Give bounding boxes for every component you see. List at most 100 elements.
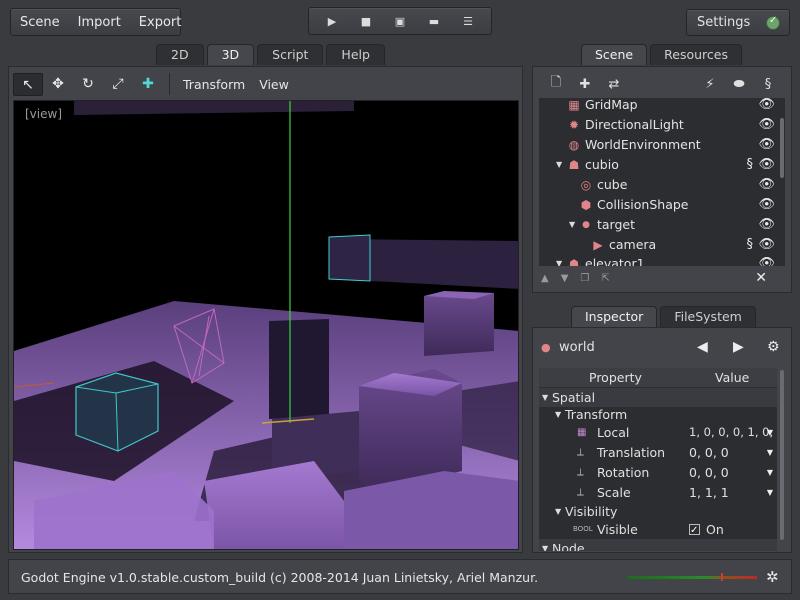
scene-dock-tabs: Scene Resources bbox=[581, 44, 745, 65]
inspector-header: ● world ◀ ▶ ⚙ bbox=[541, 336, 785, 358]
mesh-icon: ◎ bbox=[580, 178, 592, 192]
tree-node-collisionshape[interactable]: ⬢ CollisionShape 👁 bbox=[539, 195, 779, 215]
expand-arrow-icon[interactable]: ▼ bbox=[556, 155, 562, 175]
tree-node-gridmap[interactable]: ▦ GridMap 👁 bbox=[539, 98, 779, 115]
property-list-scrollbar[interactable] bbox=[779, 370, 785, 550]
inspected-object-name: world bbox=[559, 339, 595, 355]
visibility-eye-icon[interactable]: 👁 bbox=[758, 235, 775, 255]
expand-arrow-icon[interactable]: ▼ bbox=[569, 215, 575, 235]
scene-tree[interactable]: ▦ GridMap 👁 ✹ DirectionalLight 👁 ◍ World… bbox=[539, 98, 785, 266]
move-icon[interactable]: ✥ bbox=[43, 73, 73, 96]
collapse-arrow-icon[interactable]: ▼ bbox=[555, 405, 561, 424]
menu-view[interactable]: View bbox=[252, 77, 296, 92]
tab-resources[interactable]: Resources bbox=[650, 44, 742, 65]
collapse-arrow-icon[interactable]: ▼ bbox=[555, 502, 561, 521]
tree-node-cube[interactable]: ◎ cube 👁 bbox=[539, 175, 779, 195]
visibility-eye-icon[interactable]: 👁 bbox=[758, 115, 775, 135]
new-scene-icon[interactable]: 🗋 bbox=[545, 73, 567, 95]
property-value[interactable]: 0, 0, 0 bbox=[689, 443, 729, 462]
section-visibility[interactable]: ▼ Visibility bbox=[539, 502, 777, 521]
dropdown-arrow-icon[interactable]: ▼ bbox=[767, 483, 773, 502]
property-value[interactable]: 1, 1, 1 bbox=[689, 483, 729, 502]
delete-node-icon[interactable]: ✕ bbox=[755, 270, 767, 286]
tab-inspector[interactable]: Inspector bbox=[571, 306, 658, 327]
expand-arrow-icon[interactable]: ▼ bbox=[556, 254, 562, 266]
history-forward-icon[interactable]: ▶ bbox=[733, 339, 744, 355]
bool-icon: BOOL bbox=[573, 525, 593, 533]
property-value[interactable]: 0, 0, 0 bbox=[689, 463, 729, 482]
light-icon: ✹ bbox=[568, 118, 580, 132]
script-attached-icon[interactable]: § bbox=[747, 155, 754, 175]
dropdown-arrow-icon[interactable]: ▼ bbox=[767, 423, 773, 442]
visibility-eye-icon[interactable]: 👁 bbox=[758, 215, 775, 235]
menu-import[interactable]: Import bbox=[69, 15, 130, 30]
property-rotation[interactable]: ⟂ Rotation 0, 0, 0 ▼ bbox=[539, 463, 777, 482]
history-back-icon[interactable]: ◀ bbox=[697, 339, 708, 355]
property-scale[interactable]: ⟂ Scale 1, 1, 1 ▼ bbox=[539, 483, 777, 502]
settings-button[interactable]: Settings bbox=[686, 9, 790, 36]
tab-help[interactable]: Help bbox=[326, 44, 385, 65]
tab-script[interactable]: Script bbox=[257, 44, 324, 65]
visibility-eye-icon[interactable]: 👁 bbox=[758, 98, 775, 115]
property-list[interactable]: Property Value ▼ Spatial ▼ Transform ▦ L… bbox=[539, 368, 777, 551]
move-down-icon[interactable]: ▼ bbox=[561, 273, 569, 284]
menu-scene[interactable]: Scene bbox=[11, 15, 69, 30]
folder-icon[interactable]: ▬ bbox=[424, 15, 444, 28]
environment-icon: ◍ bbox=[568, 138, 580, 152]
rotate-icon[interactable]: ↻ bbox=[73, 73, 103, 96]
tab-2d[interactable]: 2D bbox=[156, 44, 204, 65]
play-icon[interactable]: ▶ bbox=[322, 15, 342, 28]
tab-filesystem[interactable]: FileSystem bbox=[660, 306, 756, 327]
tab-3d[interactable]: 3D bbox=[206, 44, 255, 65]
scale-icon[interactable]: ⤢ bbox=[103, 73, 133, 96]
scene-toolbar: 🗋 ✚ ⇄ ⚡ ⬬ § bbox=[539, 73, 785, 95]
reparent-icon[interactable]: ⇱ bbox=[601, 273, 609, 284]
script-icon[interactable]: § bbox=[757, 77, 779, 92]
tree-node-directionallight[interactable]: ✹ DirectionalLight 👁 bbox=[539, 115, 779, 135]
3d-viewport[interactable]: [view] bbox=[13, 100, 519, 550]
scene-tree-scrollbar[interactable] bbox=[779, 100, 785, 264]
tree-node-elevator1[interactable]: ▼ ☗ elevator1 👁 bbox=[539, 254, 779, 266]
visibility-eye-icon[interactable]: 👁 bbox=[758, 254, 775, 266]
visibility-eye-icon[interactable]: 👁 bbox=[758, 135, 775, 155]
tree-node-cubio[interactable]: ▼ ☗ cubio § 👁 bbox=[539, 155, 779, 175]
property-visible[interactable]: BOOL Visible On bbox=[539, 520, 777, 540]
tree-node-camera[interactable]: ▶ camera § 👁 bbox=[539, 235, 779, 255]
section-node[interactable]: ▼ Node bbox=[539, 539, 777, 551]
collapse-arrow-icon[interactable]: ▼ bbox=[542, 539, 548, 551]
property-translation[interactable]: ⟂ Translation 0, 0, 0 ▼ bbox=[539, 443, 777, 462]
editor-tabs: 2D 3D Script Help bbox=[156, 44, 388, 65]
select-icon[interactable]: ↖ bbox=[13, 72, 43, 96]
connect-icon[interactable]: ⚡ bbox=[699, 77, 721, 92]
dropdown-arrow-icon[interactable]: ▼ bbox=[767, 443, 773, 462]
move-up-icon[interactable]: ▲ bbox=[541, 273, 549, 284]
menu-export[interactable]: Export bbox=[130, 15, 191, 30]
visibility-eye-icon[interactable]: 👁 bbox=[758, 155, 775, 175]
visible-checkbox[interactable]: On bbox=[689, 520, 724, 540]
list-icon[interactable]: ☰ bbox=[458, 15, 478, 28]
groups-icon[interactable]: ⬬ bbox=[728, 77, 750, 92]
property-label: Local bbox=[597, 425, 630, 440]
visibility-eye-icon[interactable]: 👁 bbox=[758, 195, 775, 215]
object-settings-gear-icon[interactable]: ⚙ bbox=[767, 339, 780, 355]
property-local[interactable]: ▦ Local 1, 0, 0, 0, 1, 0, ▼ bbox=[539, 423, 777, 442]
scene-panel: 🗋 ✚ ⇄ ⚡ ⬬ § ▦ GridMap 👁 ✹ DirectionalLig… bbox=[532, 66, 792, 293]
add-node-icon[interactable]: ✚ bbox=[574, 77, 596, 92]
tree-node-target[interactable]: ▼ ● target 👁 bbox=[539, 215, 779, 235]
visibility-eye-icon[interactable]: 👁 bbox=[758, 175, 775, 195]
script-attached-icon[interactable]: § bbox=[747, 235, 754, 255]
duplicate-icon[interactable]: ❐ bbox=[580, 273, 589, 284]
menu-transform[interactable]: Transform bbox=[176, 77, 252, 92]
viewport-toolbar: ↖ ✥ ↻ ⤢ ✚ Transform View bbox=[13, 72, 296, 96]
replace-node-icon[interactable]: ⇄ bbox=[603, 77, 625, 92]
checkbox-checked-icon[interactable] bbox=[689, 521, 700, 540]
play-scene-icon[interactable]: ▣ bbox=[390, 15, 410, 28]
property-value[interactable]: 1, 0, 0, 0, 1, 0, bbox=[689, 423, 773, 442]
section-transform[interactable]: ▼ Transform bbox=[539, 405, 777, 424]
update-spinner-icon[interactable]: ✲ bbox=[766, 568, 779, 586]
tab-scene[interactable]: Scene bbox=[581, 44, 648, 65]
add-icon[interactable]: ✚ bbox=[133, 73, 163, 96]
stop-icon[interactable]: ■ bbox=[356, 15, 376, 28]
tree-node-worldenvironment[interactable]: ◍ WorldEnvironment 👁 bbox=[539, 135, 779, 155]
dropdown-arrow-icon[interactable]: ▼ bbox=[767, 463, 773, 482]
